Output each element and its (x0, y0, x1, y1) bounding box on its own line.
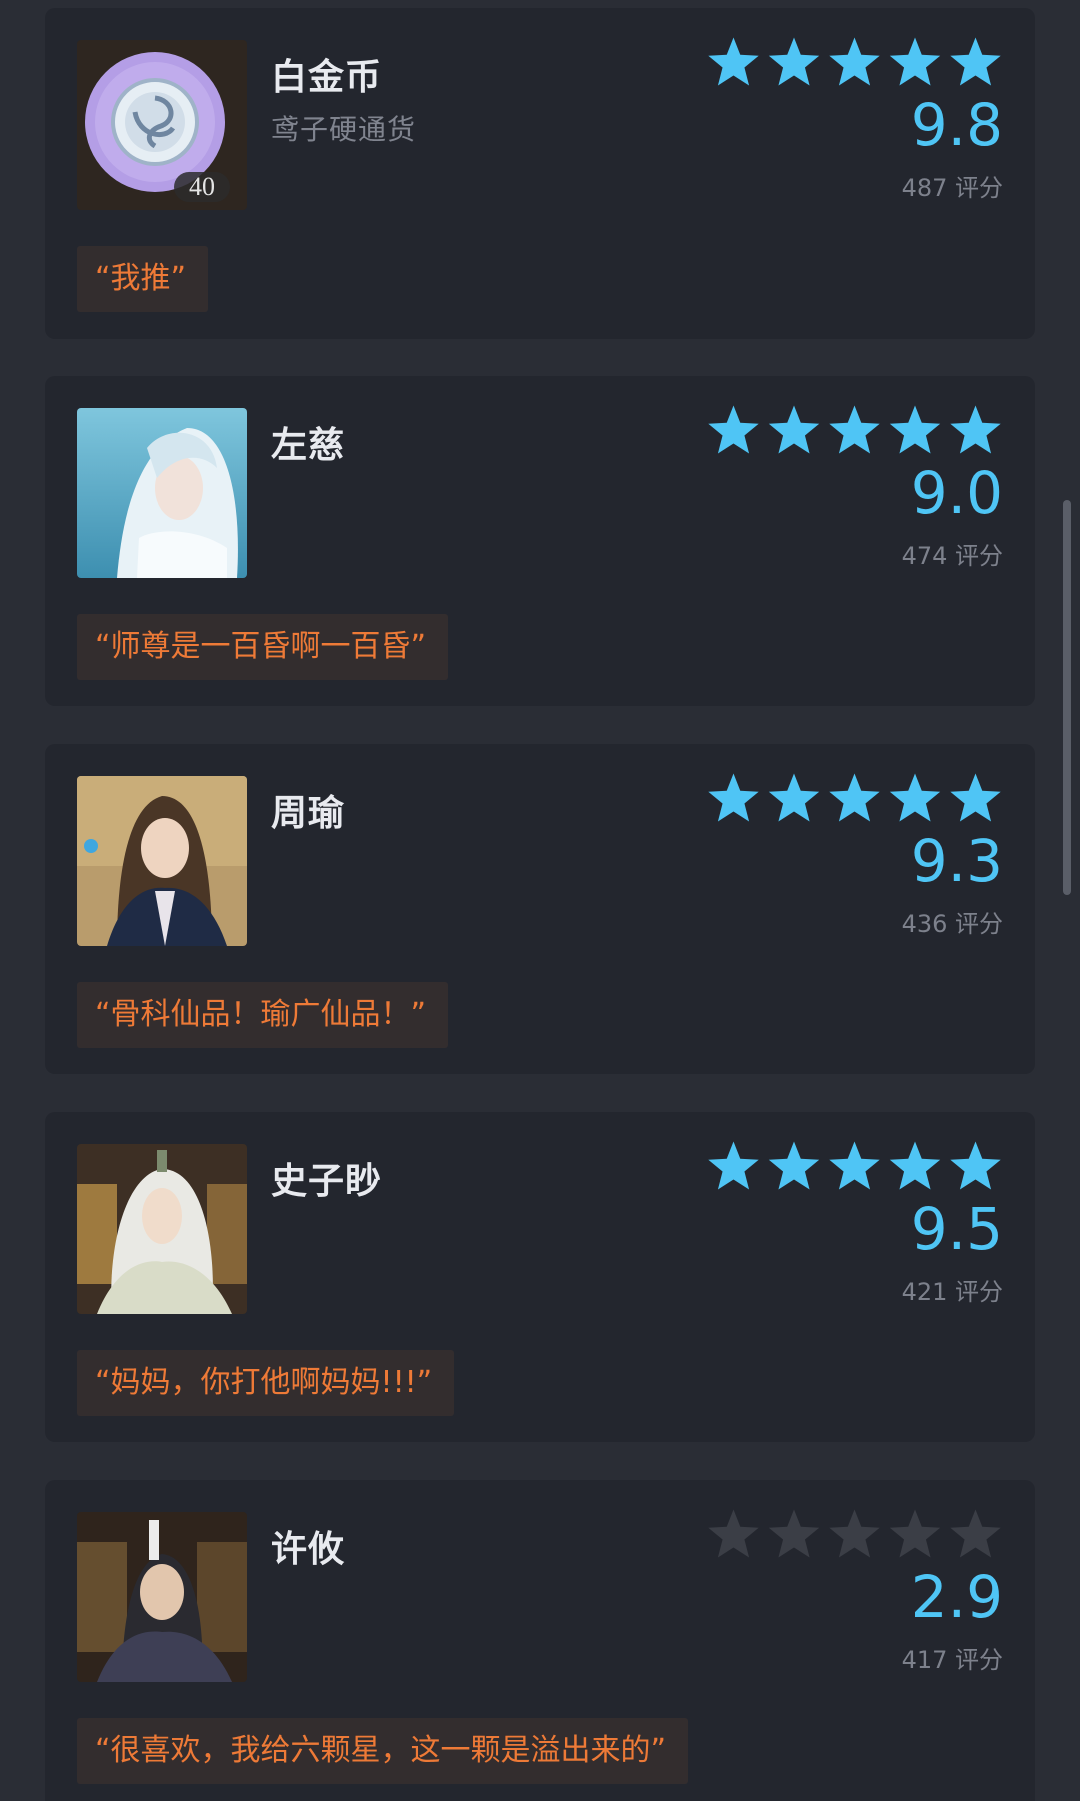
rating-card[interactable]: 许攸 2.9 417 评分 “很喜欢，我给六颗星，这一颗是溢出来的” (45, 1480, 1035, 1801)
star-empty-icon (950, 1509, 1001, 1558)
rating-card[interactable]: 周瑜 9.3 436 评分 “骨科仙品！瑜广仙品！” (45, 744, 1035, 1074)
score-value: 9.0 (910, 459, 1003, 527)
quote-bubble: “妈妈，你打他啊妈妈!!!” (77, 1350, 455, 1416)
item-name: 左慈 (271, 425, 346, 466)
star-empty-icon (708, 1509, 759, 1558)
rating-card[interactable]: 40 白金币 鸢子硬通货 9.8 487 评分 “我推” (45, 8, 1035, 339)
stars-graphic (708, 405, 1001, 454)
item-thumbnail[interactable] (77, 776, 247, 946)
score-value: 2.9 (910, 1563, 1003, 1631)
star-filled-icon (889, 405, 941, 454)
star-filled-icon (889, 37, 941, 86)
star-filled-icon (950, 773, 1001, 822)
quote-bubble: “师尊是一百昏啊一百昏” (77, 614, 449, 680)
star-filled-icon (708, 405, 759, 454)
score-value: 9.5 (910, 1195, 1003, 1263)
star-rating (707, 1140, 1003, 1192)
star-rating (707, 772, 1003, 824)
item-name: 白金币 (271, 57, 383, 98)
star-filled-icon (708, 1141, 759, 1190)
star-empty-icon (889, 1509, 941, 1558)
star-empty-icon (768, 1509, 820, 1558)
item-name: 史子眇 (271, 1161, 383, 1202)
rating-count: 421 评分 (901, 1278, 1003, 1306)
star-filled-icon (768, 405, 820, 454)
star-filled-icon (829, 1141, 880, 1190)
star-filled-icon (889, 773, 941, 822)
star-filled-icon (829, 405, 880, 454)
stars-graphic (708, 37, 1001, 86)
star-filled-icon (829, 37, 880, 86)
quote-bubble: “很喜欢，我给六颗星，这一颗是溢出来的” (77, 1718, 689, 1784)
item-name: 许攸 (271, 1529, 346, 1570)
quantity-badge: 40 (189, 172, 215, 201)
quote-bubble: “骨科仙品！瑜广仙品！” (77, 982, 449, 1048)
item-thumbnail[interactable] (77, 1512, 247, 1682)
star-filled-icon (889, 1141, 941, 1190)
star-empty-icon (829, 1509, 880, 1558)
item-subtitle: 鸢子硬通货 (271, 113, 417, 146)
rating-card[interactable]: 左慈 9.0 474 评分 “师尊是一百昏啊一百昏” (45, 376, 1035, 706)
star-filled-icon (950, 405, 1001, 454)
stars-graphic (708, 1141, 1001, 1190)
zuoci-portrait (77, 408, 247, 578)
star-filled-icon (708, 773, 759, 822)
rating-count: 474 评分 (901, 542, 1003, 570)
item-name: 周瑜 (271, 793, 346, 834)
score-value: 9.3 (910, 827, 1003, 895)
rating-list: 40 白金币 鸢子硬通货 9.8 487 评分 “我推” 左慈 9.0 474 … (0, 0, 1080, 1801)
score-value: 9.8 (910, 91, 1003, 159)
shizimiao-portrait (77, 1144, 247, 1314)
quote-bubble: “我推” (77, 246, 209, 312)
stars-graphic (708, 1509, 1001, 1558)
star-rating (707, 36, 1003, 88)
zhouyu-portrait (77, 776, 247, 946)
item-thumbnail[interactable]: 40 (77, 40, 247, 210)
star-filled-icon (768, 1141, 820, 1190)
rating-card[interactable]: 史子眇 9.5 421 评分 “妈妈，你打他啊妈妈!!!” (45, 1112, 1035, 1442)
rating-count: 417 评分 (901, 1646, 1003, 1674)
stars-graphic (708, 773, 1001, 822)
rating-count: 436 评分 (901, 910, 1003, 938)
star-filled-icon (950, 1141, 1001, 1190)
xuyou-portrait (77, 1512, 247, 1682)
star-filled-icon (768, 37, 820, 86)
star-rating (707, 1508, 1003, 1560)
star-filled-icon (829, 773, 880, 822)
scrollbar[interactable] (1063, 500, 1071, 895)
rating-count: 487 评分 (901, 174, 1003, 202)
star-filled-icon (708, 37, 759, 86)
item-thumbnail[interactable] (77, 1144, 247, 1314)
star-rating (707, 404, 1003, 456)
star-filled-icon (768, 773, 820, 822)
item-thumbnail[interactable] (77, 408, 247, 578)
star-filled-icon (950, 37, 1001, 86)
